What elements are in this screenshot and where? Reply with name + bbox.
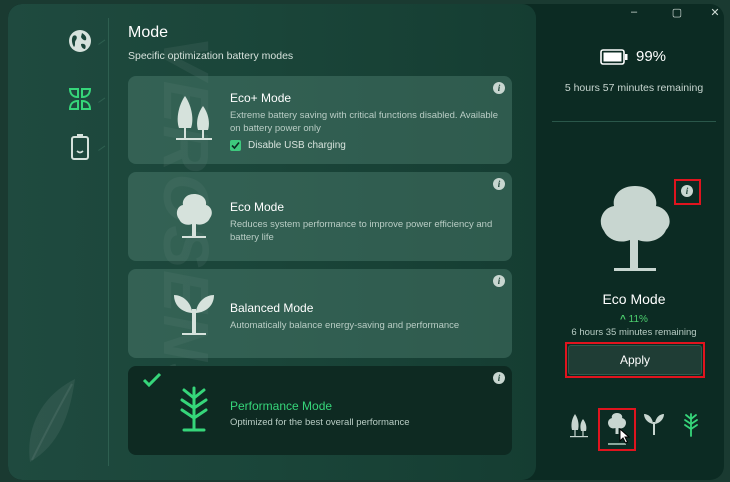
mode-description: Optimized for the best overall performan…	[230, 417, 410, 428]
up-arrow-icon: ^	[620, 314, 626, 325]
tree-icon	[176, 194, 212, 238]
mode-card-balanced[interactable]: Balanced Mode Automatically balance ener…	[128, 269, 512, 358]
mode-description: Reduces system performance to improve po…	[230, 219, 493, 243]
checkbox-label: Disable USB charging	[248, 140, 346, 151]
nav-battery[interactable]	[65, 132, 95, 162]
page-subtitle: Specific optimization battery modes	[128, 50, 294, 62]
close-button[interactable]: ✕	[702, 6, 728, 22]
highlight-box	[598, 408, 636, 451]
sprout-icon	[174, 295, 214, 335]
mini-sprout-icon[interactable]	[643, 412, 665, 438]
gain-value: 11%	[628, 314, 648, 325]
globe-icon	[69, 30, 91, 52]
estimated-remaining: 6 hours 35 minutes remaining	[571, 327, 697, 338]
mode-panel: VEROSENSE Mode Specific optimization bat…	[8, 4, 536, 480]
two-trees-icon	[176, 96, 212, 140]
mini-branch-icon[interactable]	[680, 412, 702, 438]
info-icon[interactable]: i	[493, 178, 505, 190]
battery-remaining: 5 hours 57 minutes remaining	[564, 82, 704, 94]
branch-icon	[180, 386, 208, 432]
info-icon[interactable]: i	[493, 372, 505, 384]
battery-gain: ^ 11%	[552, 314, 716, 325]
battery-full-icon	[600, 48, 628, 65]
info-icon[interactable]: i	[493, 275, 505, 287]
mode-title: Eco+ Mode	[230, 91, 292, 105]
battery-icon	[71, 134, 89, 160]
eco-tree-icon	[600, 186, 670, 271]
checkmark-icon	[231, 141, 240, 150]
mini-two-trees-icon[interactable]	[568, 412, 590, 438]
mode-card-performance[interactable]: Performance Mode Optimized for the best …	[128, 366, 512, 455]
mode-title: Performance Mode	[230, 399, 333, 413]
mode-title: Balanced Mode	[230, 301, 314, 315]
divider	[552, 121, 716, 122]
maximize-button[interactable]: ▢	[664, 6, 690, 22]
disable-usb-charging-checkbox[interactable]	[230, 140, 241, 151]
preview-mode-name: Eco Mode	[602, 291, 666, 307]
mode-card-eco-plus[interactable]: Eco+ Mode Extreme battery saving with cr…	[128, 76, 512, 164]
nav-eco[interactable]	[65, 84, 95, 114]
highlight-box	[674, 179, 701, 205]
battery-status: 99%	[600, 48, 666, 65]
mode-description: Extreme battery saving with critical fun…	[230, 110, 499, 134]
mode-title: Eco Mode	[230, 200, 285, 214]
minimize-button[interactable]: –	[621, 6, 647, 22]
nav-globe[interactable]	[65, 26, 95, 56]
info-icon[interactable]: i	[493, 82, 505, 94]
highlight-box	[565, 342, 705, 378]
mode-card-eco[interactable]: Eco Mode Reduces system performance to i…	[128, 172, 512, 261]
page-title: Mode	[128, 24, 169, 41]
leaf-decoration	[29, 379, 75, 462]
selected-checkmark-icon	[142, 372, 162, 388]
sidebar-divider	[108, 18, 109, 466]
leaves-icon	[68, 88, 92, 110]
mode-description: Automatically balance energy-saving and …	[230, 320, 460, 331]
battery-percent: 99%	[636, 48, 667, 65]
